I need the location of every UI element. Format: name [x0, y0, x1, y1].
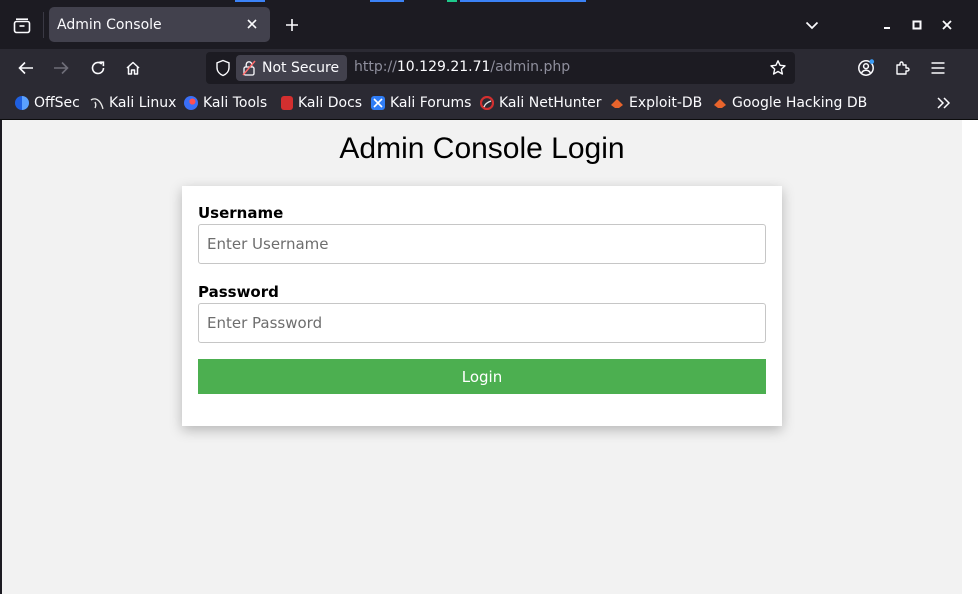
bookmark-kali-linux[interactable]: Kali Linux	[90, 94, 176, 112]
extensions-puzzle-icon[interactable]	[892, 58, 912, 78]
new-tab-icon[interactable]	[282, 15, 302, 35]
bookmark-label: Exploit-DB	[629, 95, 703, 111]
back-arrow-icon[interactable]	[16, 58, 36, 78]
chevron-down-icon[interactable]	[801, 14, 823, 36]
username-input[interactable]	[198, 224, 766, 264]
bookmark-google-hacking-db[interactable]: Google Hacking DB	[713, 94, 867, 112]
forward-arrow-icon[interactable]	[51, 58, 71, 78]
bookmark-label: OffSec	[34, 95, 80, 111]
bookmark-kali-docs[interactable]: Kali Docs	[281, 94, 362, 112]
security-label: Not Secure	[262, 60, 340, 76]
url-scheme: http://	[354, 59, 397, 75]
password-input[interactable]	[198, 303, 766, 343]
list-all-tabs-icon[interactable]	[11, 15, 33, 37]
bookmark-label: Kali Linux	[109, 95, 177, 111]
url-text[interactable]: http://10.129.21.71/admin.php	[354, 59, 570, 75]
exploitdb-icon	[611, 99, 623, 108]
insecure-lock-icon	[242, 60, 256, 76]
tab-strip-accent	[460, 0, 586, 2]
tab-strip-accent	[235, 0, 265, 2]
nethunter-icon	[480, 96, 494, 110]
tab-strip-accent	[447, 0, 457, 2]
tab-strip: Admin Console	[0, 0, 978, 49]
bookmark-exploit-db[interactable]: Exploit-DB	[610, 94, 702, 112]
bookmark-label: Kali Forums	[390, 95, 472, 111]
bookmarks-overflow-chevron-icon[interactable]	[936, 95, 952, 111]
home-icon[interactable]	[123, 58, 143, 78]
account-icon[interactable]	[856, 58, 876, 78]
tab-strip-accent	[370, 0, 404, 2]
bookmark-star-icon[interactable]	[769, 59, 787, 77]
reload-icon[interactable]	[88, 58, 108, 78]
minimize-icon[interactable]	[876, 14, 898, 36]
tab-admin-console[interactable]: Admin Console	[49, 7, 270, 42]
site-security-indicator[interactable]: Not Secure	[236, 55, 348, 81]
close-tab-icon[interactable]	[244, 16, 260, 32]
bookmarks-toolbar: OffSec Kali Linux Kali Tools Kali Docs K…	[0, 87, 978, 120]
tab-title: Admin Console	[57, 16, 162, 33]
bookmark-kali-nethunter[interactable]: Kali NetHunter	[480, 94, 601, 112]
login-form: Username Password Login	[182, 186, 782, 426]
page-scroll-gutter	[962, 120, 978, 594]
tracking-protection-shield-icon[interactable]	[214, 59, 232, 77]
username-label: Username	[198, 204, 284, 222]
kali-docs-icon	[281, 96, 293, 110]
url-bar[interactable]: Not Secure http://10.129.21.71/admin.php	[206, 52, 795, 84]
bookmark-label: Kali Docs	[298, 95, 363, 111]
maximize-icon[interactable]	[906, 14, 928, 36]
password-label: Password	[198, 283, 279, 301]
bookmark-label: Kali Tools	[203, 95, 268, 111]
bookmark-label: Kali NetHunter	[499, 95, 602, 111]
page-content: Admin Console Login Username Password Lo…	[2, 120, 962, 594]
bookmark-kali-tools[interactable]: Kali Tools	[184, 94, 267, 112]
offsec-icon	[15, 96, 29, 110]
tab-separator	[43, 12, 44, 38]
kali-forums-icon	[371, 96, 385, 110]
page-title: Admin Console Login	[339, 132, 625, 165]
close-window-icon[interactable]	[936, 14, 958, 36]
kali-tools-icon	[184, 96, 198, 110]
kali-dragon-icon	[90, 98, 104, 110]
ghdb-icon	[714, 99, 726, 108]
login-button[interactable]: Login	[198, 359, 766, 394]
navigation-toolbar: Not Secure http://10.129.21.71/admin.php	[0, 49, 978, 87]
bookmark-offsec[interactable]: OffSec	[15, 94, 80, 112]
bookmark-label: Google Hacking DB	[732, 95, 868, 111]
url-path: /admin.php	[490, 59, 571, 75]
bookmark-kali-forums[interactable]: Kali Forums	[371, 94, 471, 112]
url-host: 10.129.21.71	[396, 59, 491, 75]
app-menu-hamburger-icon[interactable]	[928, 58, 948, 78]
